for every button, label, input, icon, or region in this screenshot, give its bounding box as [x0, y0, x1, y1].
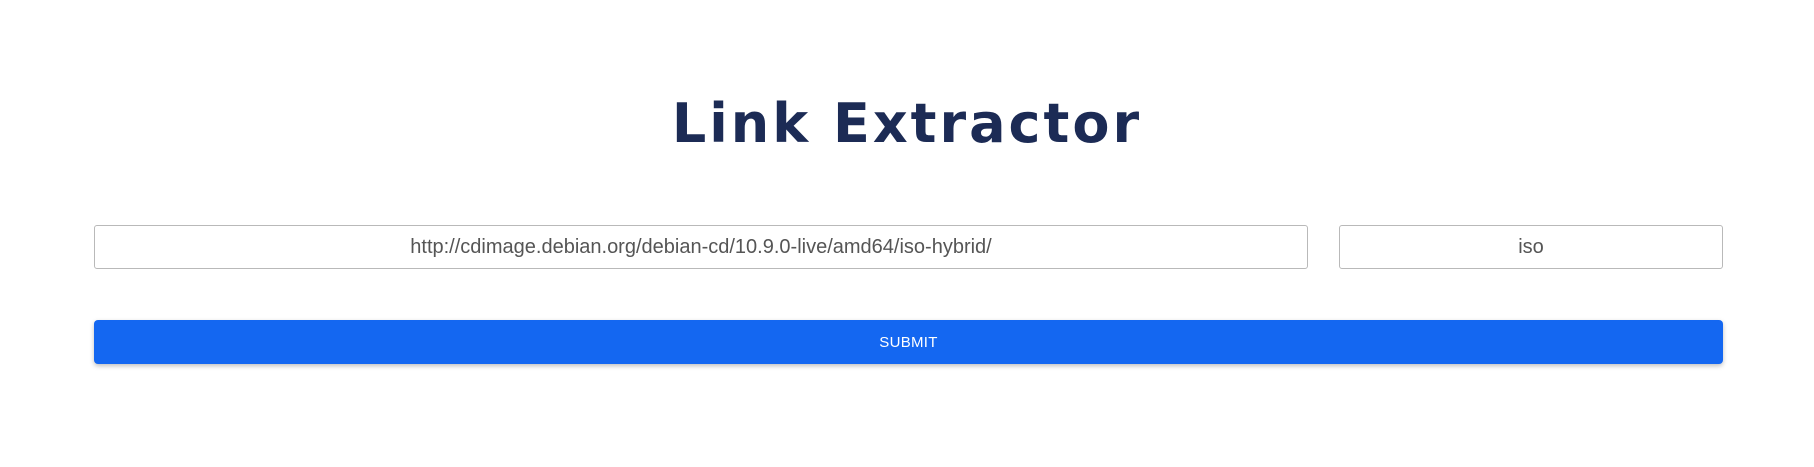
link-extractor-page: Link Extractor SUBMIT	[0, 0, 1814, 467]
extension-input[interactable]	[1339, 225, 1723, 269]
url-input[interactable]	[94, 225, 1308, 269]
submit-button-label: SUBMIT	[879, 333, 938, 351]
submit-button[interactable]: SUBMIT	[94, 320, 1723, 364]
page-title: Link Extractor	[671, 92, 1143, 155]
